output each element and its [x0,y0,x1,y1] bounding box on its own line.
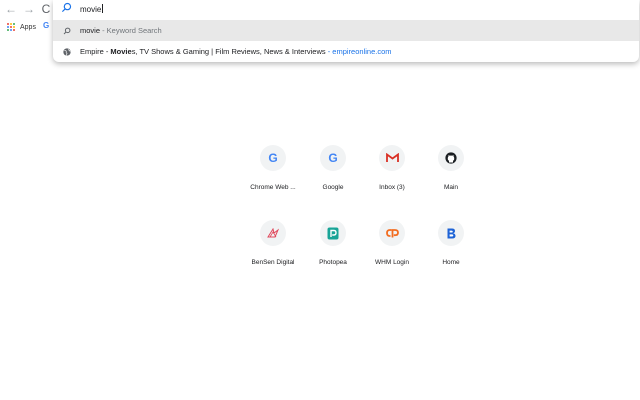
shortcut-label: Chrome Web ... [250,184,296,191]
omnibox-dropdown: movie movie - Keyword Search Empire - Mo… [53,0,639,62]
shortcut-icon-bg [438,220,464,246]
search-icon [61,2,72,13]
cpanel-icon [385,229,399,238]
shortcut-photopea[interactable]: Photopea [302,210,362,270]
shortcut-icon-bg [379,145,405,171]
reload-button[interactable]: C [39,2,53,16]
photopea-icon [327,227,339,239]
shortcut-label: BenSen Digital [251,259,295,266]
suggestion-text: movie - Keyword Search [80,26,162,35]
omnibox-input[interactable]: movie [53,0,639,18]
text-caret [102,4,104,13]
google-bookmark-icon[interactable]: G [43,21,49,30]
suggestion-keyword-search[interactable]: movie - Keyword Search [53,20,639,41]
search-icon [63,27,70,34]
apps-label: Apps [20,23,36,31]
shortcut-label: WHM Login [375,259,409,266]
bensen-logo-icon [267,228,279,238]
shortcut-bensen-digital[interactable]: BenSen Digital [242,210,302,270]
google-g-icon: G [268,151,278,165]
suggestion-text: Empire - Movies, TV Shows & Gaming | Fil… [80,47,392,56]
home-b-icon [447,228,456,238]
shortcut-home[interactable]: Home [420,210,480,270]
suggestion-icon [53,47,80,56]
shortcut-inbox[interactable]: Inbox (3) [361,135,421,195]
shortcut-icon-bg: G [320,145,346,171]
globe-icon [62,47,71,56]
apps-grid-icon [7,22,16,32]
shortcut-icon-bg [379,220,405,246]
shortcut-label: Google [322,184,344,191]
omnibox-query: movie [80,4,104,14]
suggestion-icon [53,27,80,35]
google-g-icon: G [328,151,338,165]
shortcut-label: Home [442,259,460,266]
shortcut-icon-bg [320,220,346,246]
gmail-icon [385,153,399,162]
apps-bookmark[interactable]: Apps [7,21,36,33]
shortcut-label: Main [443,184,459,191]
forward-button[interactable]: → [22,2,36,16]
shortcut-main[interactable]: Main [420,135,480,195]
shortcut-label: Photopea [319,259,347,266]
suggestion-empire[interactable]: Empire - Movies, TV Shows & Gaming | Fil… [53,41,639,62]
shortcut-label: Inbox (3) [379,184,405,191]
back-button[interactable]: ← [4,2,18,16]
shortcut-icon-bg: G [260,145,286,171]
shortcut-google[interactable]: G Google [302,135,362,195]
shortcut-icon-bg [260,220,286,246]
shortcut-chrome-web-store[interactable]: G Chrome Web ... [242,135,302,195]
shortcut-icon-bg [438,145,464,171]
github-icon [445,152,457,164]
shortcut-whm-login[interactable]: WHM Login [361,210,421,270]
